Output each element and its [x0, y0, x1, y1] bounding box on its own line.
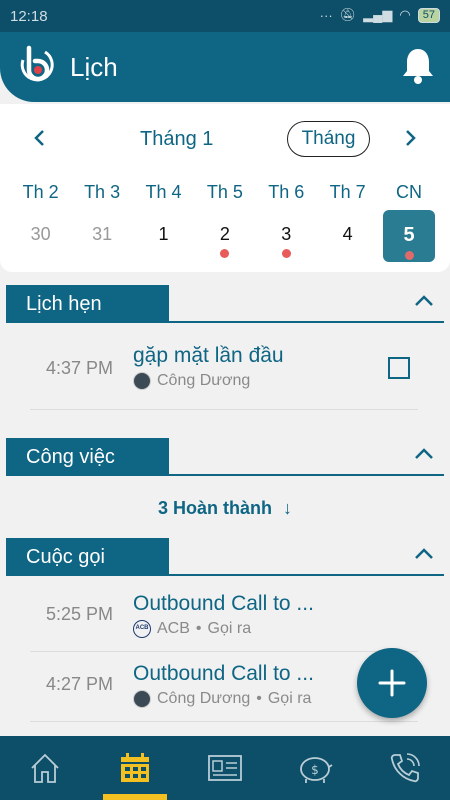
day-number: 5: [403, 224, 415, 246]
day-number: 1: [158, 224, 169, 244]
event-dot: [281, 249, 291, 258]
item-time: 5:25 PM: [46, 604, 114, 624]
item-title: gặp mặt lần đầu: [133, 344, 284, 367]
item-title: Outbound Call to ...: [133, 592, 314, 615]
completed-toggle[interactable]: 3 Hoàn thành ↓: [0, 498, 450, 519]
item-title: Outbound Call to ...: [133, 662, 314, 685]
calendar-day[interactable]: 3: [256, 212, 317, 264]
weekday-row: Th 2 Th 3 Th 4 Th 5 Th 6 Th 7 CN: [10, 182, 440, 203]
day-number: 3: [281, 224, 292, 244]
section-title: Cuộc gọi: [6, 538, 169, 576]
call-type: Gọi ra: [207, 620, 252, 637]
completed-label: 3 Hoàn thành: [157, 498, 272, 518]
signal-icon: ▂▄▆: [363, 7, 393, 22]
chevron-up-icon[interactable]: [412, 289, 436, 313]
chevron-up-icon[interactable]: [412, 442, 436, 466]
item-time: 4:37 PM: [46, 358, 114, 378]
divider: [6, 321, 444, 323]
app-header: Lịch: [0, 32, 450, 102]
month-label: Tháng 1: [140, 128, 214, 150]
contact-name: Công Dương: [157, 690, 251, 707]
appointments-section-header[interactable]: Lịch hẹn: [6, 285, 444, 323]
more-icon: ···: [319, 7, 333, 23]
tasks-section-header[interactable]: Công việc: [6, 438, 444, 476]
next-month-button[interactable]: [398, 126, 422, 150]
weekday-label: Th 4: [145, 182, 182, 202]
view-toggle-button[interactable]: Tháng: [287, 121, 370, 157]
day-number: 31: [92, 224, 113, 244]
section-title: Công việc: [6, 438, 169, 476]
separator-dot: •: [195, 620, 202, 637]
page-title: Lịch: [70, 52, 118, 82]
wifi-icon: ◠: [399, 7, 411, 22]
contact-card-icon: [208, 755, 242, 781]
weekday-label: CN: [396, 182, 423, 202]
calendar-day[interactable]: 30: [10, 212, 71, 264]
calendar-day[interactable]: 1: [133, 212, 194, 264]
divider: [6, 574, 444, 576]
section-title: Lịch hẹn: [6, 285, 169, 323]
calendar-day[interactable]: 4: [317, 212, 378, 264]
event-dot: [220, 249, 230, 258]
svg-text:$: $: [311, 763, 319, 777]
home-icon: [31, 753, 59, 783]
app-logo: [20, 45, 54, 82]
weekday-label: Th 3: [84, 182, 121, 202]
item-contact: Công Dương • Gọi ra: [133, 690, 311, 708]
chevron-left-icon: [34, 130, 44, 146]
day-number: 4: [342, 224, 353, 244]
item-time: 4:27 PM: [46, 674, 114, 694]
status-bar: 12:18 ··· 🔕︎ ▂▄▆ ◠ 57: [0, 0, 450, 32]
chevron-right-icon: [406, 130, 416, 146]
call-row[interactable]: 5:25 PM Outbound Call to ... ACB ACB • G…: [30, 582, 418, 652]
nav-contacts[interactable]: [180, 736, 270, 800]
plus-icon: [378, 669, 406, 697]
event-dot: [404, 251, 414, 260]
bell-icon[interactable]: [400, 46, 436, 86]
add-button[interactable]: [357, 648, 427, 718]
calendar-day-selected[interactable]: 5: [378, 210, 439, 264]
status-time: 12:18: [10, 8, 48, 25]
done-checkbox[interactable]: [388, 357, 410, 379]
silent-icon: 🔕︎: [339, 7, 357, 22]
arrow-down-icon: ↓: [283, 498, 293, 518]
status-icons: ··· 🔕︎ ▂▄▆ ◠ 57: [320, 7, 440, 23]
call-type: Gọi ra: [267, 690, 312, 707]
weekday-label: Th 6: [268, 182, 305, 202]
divider: [6, 474, 444, 476]
nav-home[interactable]: [0, 736, 90, 800]
contact-name: ACB: [157, 620, 190, 637]
calendar-icon: [121, 753, 149, 782]
appointment-row[interactable]: 4:37 PM gặp mặt lần đầu Công Dương: [30, 334, 418, 410]
weekday-label: Th 7: [329, 182, 366, 202]
nav-calls[interactable]: [360, 736, 450, 800]
piggy-bank-icon: $: [300, 757, 333, 783]
avatar: [133, 372, 151, 390]
avatar: [133, 690, 151, 708]
phone-call-icon: [390, 753, 420, 783]
nav-finance[interactable]: $: [270, 736, 360, 800]
acb-logo-icon: ACB: [133, 620, 151, 638]
chevron-up-icon[interactable]: [412, 542, 436, 566]
item-contact: ACB ACB • Gọi ra: [133, 620, 251, 638]
separator-dot: •: [256, 690, 262, 707]
day-number: 30: [30, 224, 51, 244]
weekday-label: Th 5: [206, 182, 243, 202]
battery-icon: 57: [417, 7, 440, 23]
calendar-day[interactable]: 31: [71, 212, 132, 264]
calendar-day[interactable]: 2: [194, 212, 255, 264]
nav-calendar[interactable]: [90, 736, 180, 800]
day-row: 30 31 1 2 3 4 5: [10, 210, 440, 264]
calendar-card: Tháng 1 Tháng Th 2 Th 3 Th 4 Th 5 Th 6 T…: [0, 104, 450, 272]
bottom-nav: $: [0, 736, 450, 800]
contact-name: Công Dương: [157, 372, 251, 389]
item-contact: Công Dương: [133, 372, 250, 390]
weekday-label: Th 2: [22, 182, 59, 202]
prev-month-button[interactable]: [28, 126, 52, 150]
calls-section-header[interactable]: Cuộc gọi: [6, 538, 444, 576]
day-number: 2: [219, 224, 230, 244]
